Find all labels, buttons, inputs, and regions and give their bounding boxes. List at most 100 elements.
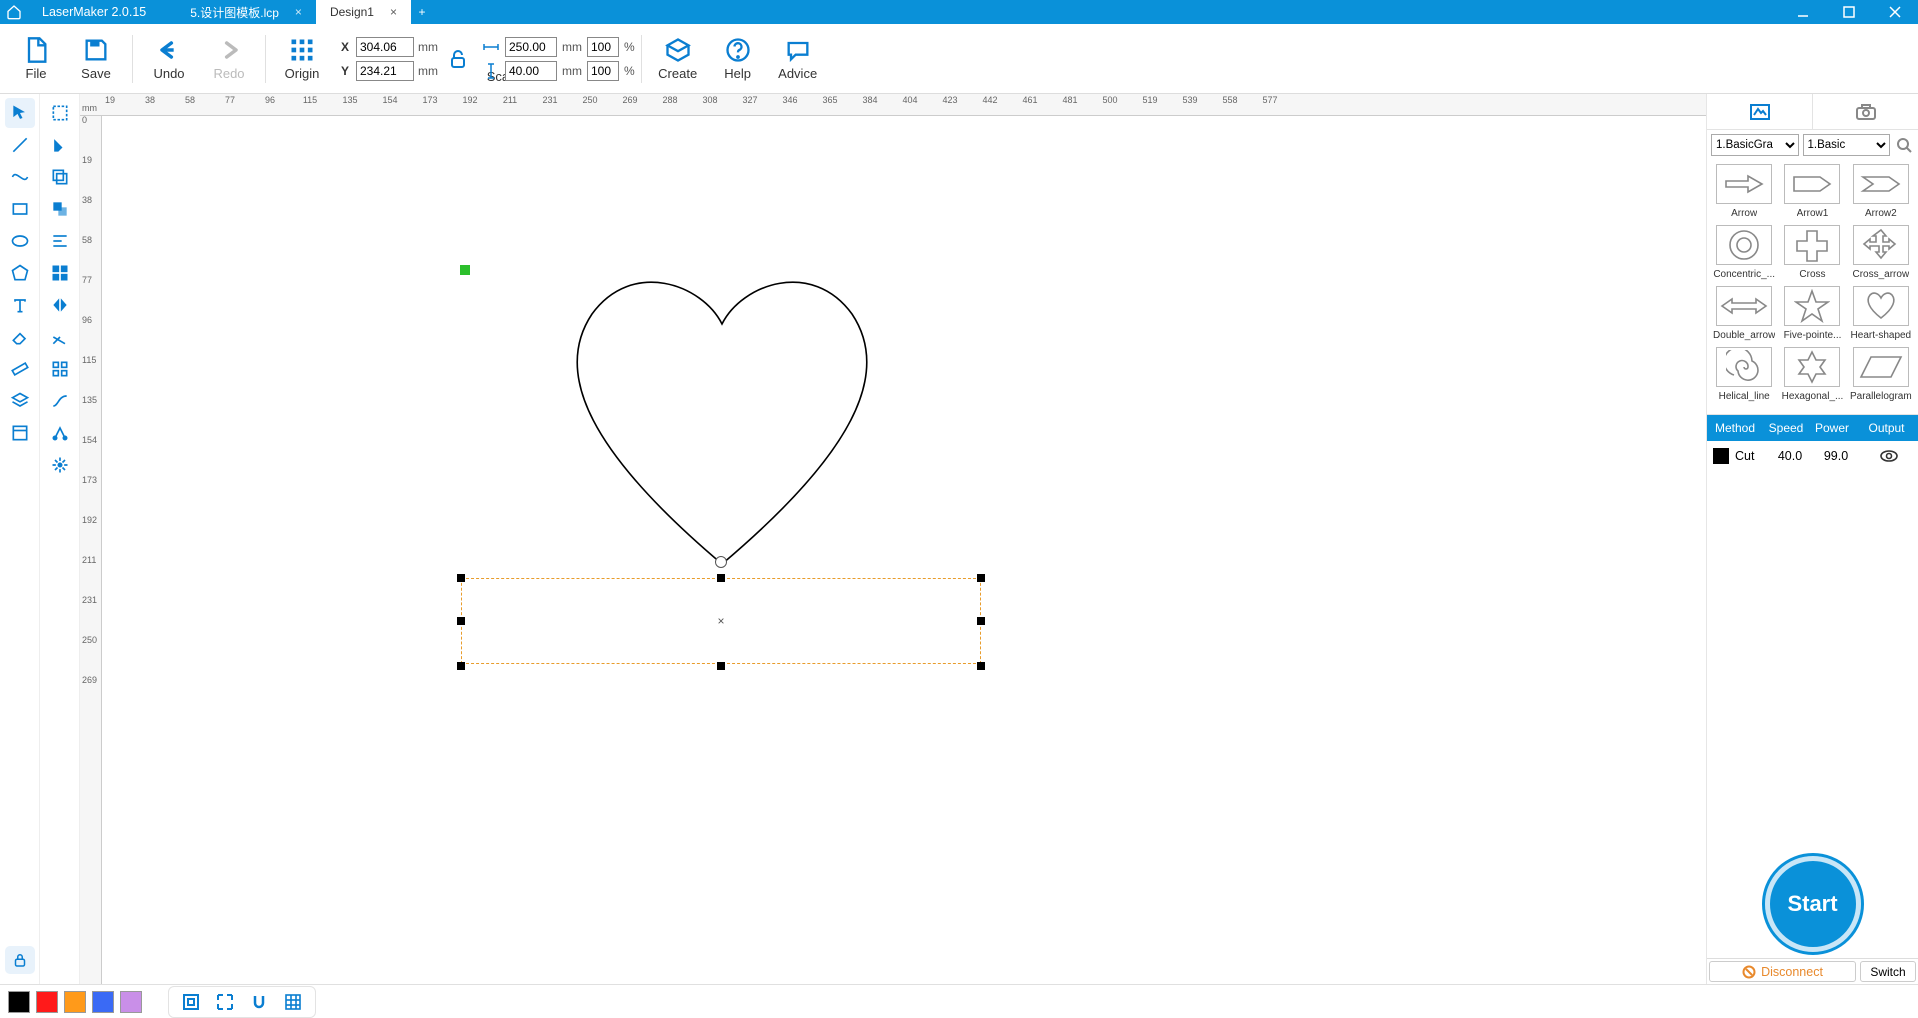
camera-tab[interactable] — [1813, 94, 1918, 129]
color-swatch-0[interactable] — [8, 991, 30, 1013]
shape-concentric[interactable]: Concentric_... — [1711, 223, 1777, 282]
handle-br[interactable] — [977, 662, 985, 670]
advice-button[interactable]: Advice — [768, 29, 828, 89]
width-pct-input[interactable] — [587, 37, 619, 57]
burst-tool[interactable] — [45, 450, 75, 480]
shape-hexstar[interactable]: Hexagonal_... — [1779, 345, 1845, 404]
shape-arrow1[interactable]: Arrow1 — [1779, 162, 1845, 221]
handle-ml[interactable] — [457, 617, 465, 625]
select-tool[interactable] — [5, 98, 35, 128]
unit-mm: mm — [418, 40, 438, 54]
handle-bm[interactable] — [717, 662, 725, 670]
duplicate-tool[interactable] — [45, 162, 75, 192]
bend-tool[interactable] — [45, 386, 75, 416]
shape-cross-arrow[interactable]: Cross_arrow — [1848, 223, 1914, 282]
color-swatch-4[interactable] — [120, 991, 142, 1013]
fit-view-button[interactable] — [179, 990, 203, 1014]
help-button[interactable]: Help — [708, 29, 768, 89]
category-select-1[interactable]: 1.BasicGra — [1711, 134, 1799, 156]
canvas[interactable]: × — [102, 116, 1706, 984]
save-button[interactable]: Save — [66, 29, 126, 89]
group-tool[interactable] — [45, 258, 75, 288]
node-tool[interactable] — [45, 418, 75, 448]
shape-arrow2[interactable]: Arrow2 — [1848, 162, 1914, 221]
switch-button[interactable]: Switch — [1860, 961, 1916, 982]
rect-tool[interactable] — [5, 194, 35, 224]
heart-shape[interactable] — [532, 264, 912, 584]
snap-button[interactable] — [247, 990, 271, 1014]
layers-tool[interactable] — [5, 386, 35, 416]
lock-aspect-button[interactable] — [444, 47, 472, 71]
undo-button[interactable]: Undo — [139, 29, 199, 89]
rotate-handle[interactable] — [715, 556, 727, 568]
align-tool[interactable] — [45, 226, 75, 256]
color-swatch-3[interactable] — [92, 991, 114, 1013]
maximize-button[interactable] — [1826, 0, 1872, 24]
redo-label: Redo — [213, 66, 244, 81]
search-icon[interactable] — [1894, 135, 1914, 155]
polygon-tool[interactable] — [5, 258, 35, 288]
eraser-tool[interactable] — [5, 322, 35, 352]
x-input[interactable] — [356, 37, 414, 57]
close-icon[interactable]: × — [390, 5, 397, 19]
redo-button[interactable]: Redo — [199, 29, 259, 89]
width-icon — [482, 41, 500, 53]
close-window-button[interactable] — [1872, 0, 1918, 24]
handle-tl[interactable] — [457, 574, 465, 582]
layer-output-toggle[interactable] — [1859, 449, 1918, 463]
shape-cross[interactable]: Cross — [1779, 223, 1845, 282]
fill-tool[interactable] — [45, 130, 75, 160]
file-button[interactable]: File — [6, 29, 66, 89]
create-label: Create — [658, 66, 697, 81]
tab-file-1[interactable]: 5.设计图模板.lcp × — [176, 0, 316, 24]
shape-parallelogram[interactable]: Parallelogram — [1848, 345, 1914, 404]
height-pct-input[interactable] — [587, 61, 619, 81]
ellipse-tool[interactable] — [5, 226, 35, 256]
category-select-2[interactable]: 1.Basic — [1803, 134, 1891, 156]
handle-tm[interactable] — [717, 574, 725, 582]
origin-button[interactable]: Origin — [272, 29, 332, 89]
line-tool[interactable] — [5, 130, 35, 160]
create-button[interactable]: Create — [648, 29, 708, 89]
grid-button[interactable] — [281, 990, 305, 1014]
shape-spiral[interactable]: Helical_line — [1711, 345, 1777, 404]
shape-star[interactable]: Five-pointe... — [1779, 284, 1845, 343]
array-tool[interactable] — [45, 354, 75, 384]
tab-file-2[interactable]: Design1 × — [316, 0, 411, 24]
home-button[interactable] — [0, 0, 28, 24]
zoom-extent-button[interactable] — [213, 990, 237, 1014]
color-swatch-1[interactable] — [36, 991, 58, 1013]
unit-pct: % — [624, 40, 635, 54]
layer-speed: 40.0 — [1767, 449, 1813, 463]
text-tool[interactable] — [5, 290, 35, 320]
lock-panel-button[interactable] — [5, 946, 35, 974]
ruler-h-label: 442 — [982, 95, 997, 105]
new-tab-button[interactable]: + — [411, 0, 433, 24]
layer-row[interactable]: Cut 40.0 99.0 — [1707, 441, 1918, 471]
shapes-tab[interactable] — [1707, 94, 1813, 129]
canvas-tool[interactable] — [5, 418, 35, 448]
handle-mr[interactable] — [977, 617, 985, 625]
shape-heart[interactable]: Heart-shaped — [1848, 284, 1914, 343]
marquee-tool[interactable] — [45, 98, 75, 128]
height-input[interactable] — [505, 61, 557, 81]
shape-double-arrow[interactable]: Double_arrow — [1711, 284, 1777, 343]
width-input[interactable] — [505, 37, 557, 57]
color-swatch-2[interactable] — [64, 991, 86, 1013]
close-icon[interactable]: × — [295, 5, 302, 19]
overlap-tool[interactable] — [45, 194, 75, 224]
curve-tool[interactable] — [5, 162, 35, 192]
layer-color-swatch[interactable] — [1713, 448, 1729, 464]
handle-tr[interactable] — [977, 574, 985, 582]
minimize-button[interactable] — [1780, 0, 1826, 24]
start-button[interactable]: Start — [1765, 856, 1861, 952]
disconnect-button[interactable]: Disconnect — [1709, 961, 1856, 982]
measure-tool[interactable] — [5, 354, 35, 384]
shape-arrow[interactable]: Arrow — [1711, 162, 1777, 221]
dimension-fields: mm % mm % — [482, 37, 635, 81]
mirror-tool[interactable] — [45, 290, 75, 320]
y-input[interactable] — [356, 61, 414, 81]
trim-tool[interactable] — [45, 322, 75, 352]
ruler-h-label: 250 — [582, 95, 597, 105]
handle-bl[interactable] — [457, 662, 465, 670]
